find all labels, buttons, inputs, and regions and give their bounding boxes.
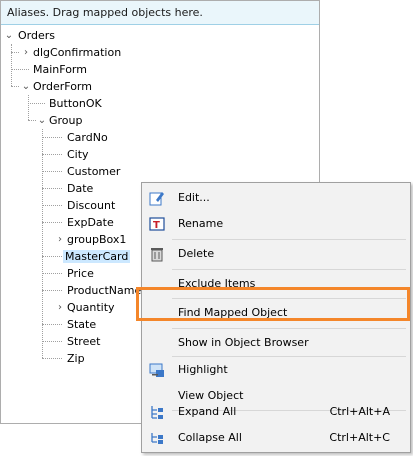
collapse-all-icon	[149, 430, 165, 446]
tree-line	[42, 273, 62, 274]
tree-node-orderform[interactable]: ⌄ OrderForm	[21, 78, 94, 95]
highlight-icon	[149, 362, 165, 378]
tree-node-groupbox1[interactable]: › groupBox1	[55, 231, 128, 248]
delete-icon	[149, 246, 165, 262]
tree-node-street[interactable]: Street	[65, 333, 102, 350]
chevron-right-icon[interactable]: ›	[55, 299, 65, 316]
menu-item-expand-all[interactable]: Expand All Ctrl+Alt+A	[144, 399, 408, 425]
aliases-hint: Aliases. Drag mapped objects here.	[1, 1, 319, 25]
menu-separator	[172, 328, 406, 329]
highlight-frame	[136, 287, 410, 321]
tree-line	[11, 69, 29, 70]
tree-node-expdate[interactable]: ExpDate	[65, 214, 116, 231]
tree-line	[42, 290, 62, 291]
tree-line	[42, 222, 62, 223]
menu-item-edit[interactable]: Edit...	[144, 185, 408, 211]
tree-node-orders[interactable]: ⌄ Orders	[4, 27, 57, 44]
menu-item-rename[interactable]: T Rename	[144, 211, 408, 237]
tree-line	[42, 358, 62, 359]
tree-node-state[interactable]: State	[65, 316, 98, 333]
edit-icon	[149, 190, 165, 206]
tree-node-date[interactable]: Date	[65, 180, 95, 197]
tree-node-price[interactable]: Price	[65, 265, 96, 282]
tree-line	[42, 188, 62, 189]
tree-line	[11, 52, 19, 53]
svg-text:T: T	[153, 220, 160, 231]
tree-line	[42, 324, 62, 325]
tree-node-group[interactable]: ⌄ Group	[37, 112, 85, 129]
tree-line	[42, 341, 62, 342]
tree-node-discount[interactable]: Discount	[65, 197, 117, 214]
tree-line	[42, 256, 62, 257]
tree-node-mastercard[interactable]: MasterCard	[63, 248, 131, 265]
tree-line	[11, 44, 12, 86]
tree-line	[28, 120, 36, 121]
tree-node-zip[interactable]: Zip	[65, 350, 87, 367]
chevron-down-icon[interactable]: ⌄	[4, 27, 14, 44]
menu-separator	[172, 239, 406, 240]
menu-item-collapse-all[interactable]: Collapse All Ctrl+Alt+C	[144, 425, 408, 451]
tree-line	[42, 137, 62, 138]
menu-separator	[172, 269, 406, 270]
tree-node-customer[interactable]: Customer	[65, 163, 122, 180]
tree-node-quantity[interactable]: › Quantity	[55, 299, 117, 316]
tree-node-cardno[interactable]: CardNo	[65, 129, 110, 146]
chevron-right-icon[interactable]: ›	[21, 44, 31, 61]
tree-line	[11, 86, 19, 87]
expand-all-icon	[149, 404, 165, 420]
tree-node-city[interactable]: City	[65, 146, 91, 163]
tree-line	[28, 103, 45, 104]
tree-node-buttonok[interactable]: ButtonOK	[47, 95, 104, 112]
tree-node-mainform[interactable]: MainForm	[31, 61, 89, 78]
tree-node-dlgconfirmation[interactable]: › dlgConfirmation	[21, 44, 123, 61]
tree-line	[28, 95, 29, 120]
tree-line	[42, 205, 62, 206]
menu-item-highlight[interactable]: Highlight	[144, 357, 408, 383]
chevron-down-icon[interactable]: ⌄	[21, 78, 31, 95]
rename-icon: T	[149, 216, 165, 232]
tree-line	[42, 171, 62, 172]
chevron-right-icon[interactable]: ›	[55, 231, 65, 248]
chevron-down-icon[interactable]: ⌄	[37, 112, 47, 129]
menu-item-show-in-object-browser[interactable]: Show in Object Browser	[144, 330, 408, 356]
menu-item-delete[interactable]: Delete	[144, 241, 408, 267]
tree-line	[42, 154, 62, 155]
